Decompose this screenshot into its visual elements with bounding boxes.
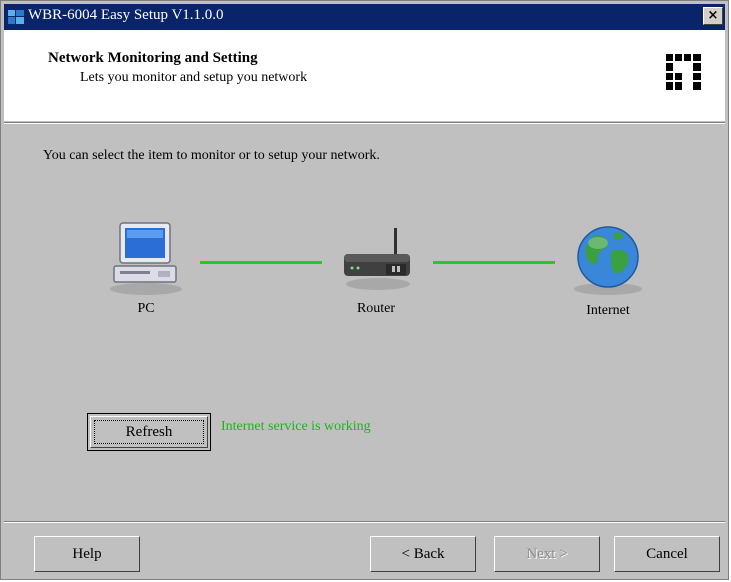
pc-router-link bbox=[200, 261, 322, 264]
refresh-button-label: Refresh bbox=[94, 420, 204, 444]
instruction-text: You can select the item to monitor or to… bbox=[43, 148, 380, 163]
refresh-button[interactable]: Refresh bbox=[87, 413, 211, 451]
page-subtitle: Lets you monitor and setup you network bbox=[80, 70, 308, 85]
status-message: Internet service is working bbox=[221, 419, 371, 434]
header-divider bbox=[4, 122, 725, 124]
router-node[interactable]: Router bbox=[331, 226, 421, 321]
wizard-header: Network Monitoring and Setting Lets you … bbox=[4, 30, 725, 121]
back-button[interactable]: < Back bbox=[370, 536, 476, 572]
close-button[interactable]: × bbox=[703, 7, 723, 25]
window-title: WBR-6004 Easy Setup V1.1.0.0 bbox=[28, 7, 224, 23]
internet-label: Internet bbox=[586, 303, 630, 318]
title-bar[interactable]: WBR-6004 Easy Setup V1.1.0.0 × bbox=[4, 4, 725, 30]
pc-node[interactable]: PC bbox=[101, 219, 191, 319]
pc-label: PC bbox=[137, 301, 155, 316]
router-label: Router bbox=[356, 301, 396, 316]
footer-divider bbox=[4, 521, 725, 523]
levelone-logo-icon bbox=[666, 54, 701, 90]
setup-window: WBR-6004 Easy Setup V1.1.0.0 × Network M… bbox=[0, 0, 729, 580]
cancel-button[interactable]: Cancel bbox=[614, 536, 720, 572]
help-button[interactable]: Help bbox=[34, 536, 140, 572]
app-icon bbox=[8, 10, 24, 24]
router-icon bbox=[344, 228, 410, 290]
router-internet-link bbox=[433, 261, 555, 264]
next-button[interactable]: Next > bbox=[494, 536, 600, 572]
internet-node[interactable]: Internet bbox=[563, 221, 653, 321]
globe-icon bbox=[574, 226, 642, 295]
computer-icon bbox=[110, 222, 182, 295]
page-title: Network Monitoring and Setting bbox=[48, 50, 258, 66]
